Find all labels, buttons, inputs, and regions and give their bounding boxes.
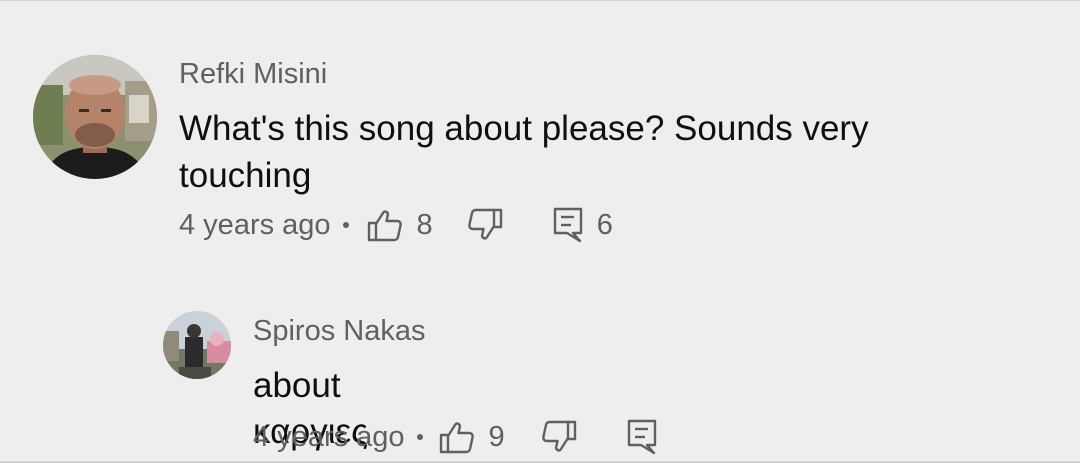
- like-count: 8: [416, 208, 433, 241]
- reply-count[interactable]: 6: [597, 209, 613, 242]
- reply-comment-icon[interactable]: [627, 419, 657, 455]
- thumbs-up-icon[interactable]: [367, 208, 403, 242]
- comment-actions: 4 years ago 9: [253, 417, 657, 457]
- avatar[interactable]: [33, 55, 157, 179]
- comment-author[interactable]: Refki Misini: [179, 58, 327, 91]
- thumbs-down-icon[interactable]: [541, 420, 577, 454]
- avatar[interactable]: [163, 311, 231, 379]
- like-count: 9: [488, 420, 505, 453]
- comment-actions: 4 years ago 8 6: [179, 205, 613, 245]
- reply-comment-icon[interactable]: [553, 207, 583, 243]
- thumbs-up-icon[interactable]: [439, 420, 475, 454]
- separator-dot: [342, 222, 349, 228]
- avatar-photo: [33, 55, 157, 179]
- comment-text: What's this song about please? Sounds ve…: [179, 109, 869, 195]
- separator-dot: [416, 434, 423, 440]
- comment-time: 4 years ago: [253, 420, 405, 453]
- avatar-photo: [163, 311, 231, 379]
- comment-time: 4 years ago: [179, 208, 331, 241]
- comment-author[interactable]: Spiros Nakas: [253, 315, 425, 348]
- thumbs-down-icon[interactable]: [467, 208, 503, 242]
